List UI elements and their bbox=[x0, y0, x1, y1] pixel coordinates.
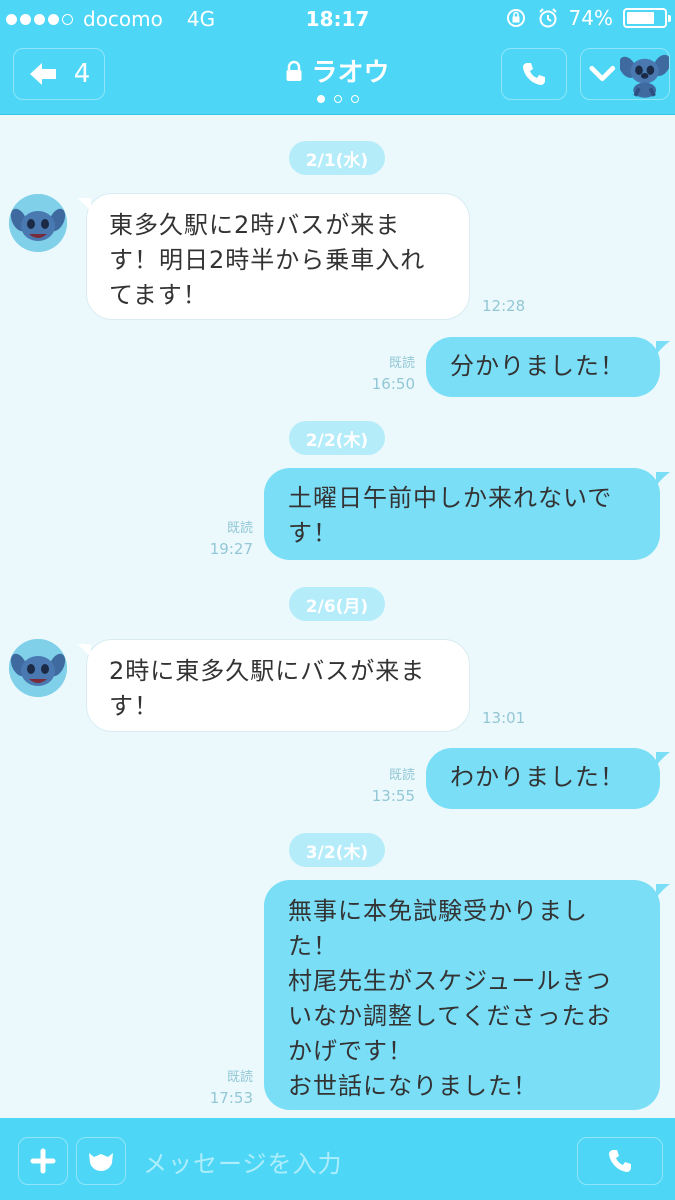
incoming-message-bubble[interactable]: 2時に東多久駅にバスが来ま す！ bbox=[77, 639, 470, 732]
date-label: 2/6(月) bbox=[305, 596, 369, 617]
lock-icon bbox=[286, 60, 302, 81]
message-text-line: す！明日2時半から乗車入れ bbox=[109, 246, 426, 274]
message-text-line: かげです！ bbox=[288, 1037, 413, 1065]
message-input[interactable]: メッセージを入力 bbox=[143, 1144, 343, 1179]
message-text-line: てます！ bbox=[109, 281, 208, 309]
battery-fill bbox=[627, 12, 654, 24]
read-receipt: 既読 bbox=[388, 356, 415, 371]
chat-area[interactable]: 2/1(水) 東多久駅に2時バスが来ま す！明日2時半から乗車入れ てます！ 1… bbox=[0, 116, 675, 1118]
message-time: 17:53 bbox=[209, 1089, 253, 1107]
date-label: 2/1(水) bbox=[305, 150, 369, 171]
rotation-lock-icon bbox=[506, 9, 525, 27]
contact-name: ラオウ bbox=[311, 58, 390, 88]
add-button[interactable] bbox=[18, 1137, 68, 1185]
stitch-character-image bbox=[619, 54, 669, 98]
date-separator: 2/1(水) bbox=[289, 141, 385, 175]
chat-title[interactable]: ラオウ bbox=[0, 52, 675, 89]
message-meta: 13:01 bbox=[482, 708, 542, 728]
page-dot bbox=[333, 95, 342, 103]
read-receipt: 既読 bbox=[388, 768, 415, 783]
message-text-line: す！ bbox=[109, 692, 159, 720]
bubble-tail bbox=[77, 198, 91, 212]
date-label: 2/2(木) bbox=[305, 430, 369, 451]
message-text-line: お世話になりました！ bbox=[288, 1072, 538, 1100]
bubble-tail bbox=[77, 644, 91, 658]
message-text-line: 分かりました！ bbox=[450, 352, 625, 380]
read-receipt: 既読 bbox=[226, 521, 253, 536]
sticker-button[interactable] bbox=[76, 1137, 126, 1185]
date-separator: 2/6(月) bbox=[289, 587, 385, 621]
plus-icon bbox=[30, 1148, 56, 1174]
call-button[interactable] bbox=[501, 48, 567, 100]
read-receipt: 既読 bbox=[226, 1070, 253, 1085]
outgoing-message-bubble[interactable]: わかりました！ bbox=[426, 748, 670, 809]
page-dot bbox=[350, 95, 359, 103]
date-label: 3/2(木) bbox=[305, 842, 369, 863]
message-text-line: 土曜日午前中しか来れないで bbox=[288, 484, 613, 512]
outgoing-message-bubble[interactable]: 土曜日午前中しか来れないで す！ bbox=[264, 468, 670, 560]
date-separator: 3/2(木) bbox=[289, 833, 385, 867]
message-text-line: 2時に東多久駅にバスが来ま bbox=[109, 657, 426, 685]
avatar[interactable] bbox=[9, 639, 67, 697]
bubble-tail bbox=[656, 472, 670, 486]
chat-header: 4 ラオウ bbox=[0, 38, 675, 115]
status-right: 74% bbox=[505, 6, 671, 30]
phone-icon bbox=[609, 1150, 631, 1172]
date-separator: 2/2(木) bbox=[289, 421, 385, 455]
chevron-down-icon bbox=[589, 65, 616, 82]
page-dot bbox=[316, 95, 325, 103]
page-indicator bbox=[0, 95, 675, 103]
message-text-line: 無事に本免試験受かりまし bbox=[288, 897, 588, 925]
battery-percent: 74% bbox=[568, 6, 613, 30]
message-time: 19:27 bbox=[209, 540, 253, 558]
message-meta: 既読 17:53 bbox=[193, 1068, 253, 1108]
voice-call-button[interactable] bbox=[577, 1137, 663, 1185]
message-input-bar: メッセージを入力 bbox=[0, 1118, 675, 1200]
message-text-line: た！ bbox=[288, 932, 338, 960]
message-text-line: 東多久駅に2時バスが来ま bbox=[109, 211, 401, 239]
sticker-icon bbox=[89, 1153, 113, 1171]
message-text-line: 村尾先生がスケジュールきつ bbox=[288, 967, 612, 995]
bubble-tail bbox=[656, 884, 670, 898]
message-meta: 既読 16:50 bbox=[355, 354, 415, 394]
message-meta: 既読 13:55 bbox=[355, 766, 415, 806]
message-time: 12:28 bbox=[482, 297, 526, 315]
message-time: 16:50 bbox=[371, 375, 415, 393]
message-text-line: わかりました！ bbox=[450, 763, 625, 791]
outgoing-message-bubble[interactable]: 無事に本免試験受かりまし た！ 村尾先生がスケジュールきつ いなか調整してくださ… bbox=[264, 880, 670, 1110]
outgoing-message-bubble[interactable]: 分かりました！ bbox=[426, 337, 670, 397]
message-meta: 12:28 bbox=[482, 296, 542, 316]
menu-button[interactable] bbox=[580, 48, 670, 100]
message-text-line: いなか調整してくださったお bbox=[288, 1002, 612, 1030]
phone-icon bbox=[523, 63, 545, 85]
incoming-message-bubble[interactable]: 東多久駅に2時バスが来ま す！明日2時半から乗車入れ てます！ bbox=[77, 193, 470, 320]
message-text-line: す！ bbox=[288, 519, 338, 547]
bubble-tail bbox=[656, 752, 670, 766]
battery-icon bbox=[623, 8, 671, 28]
status-bar: docomo 4G 18:17 74% bbox=[0, 0, 675, 38]
avatar-image bbox=[9, 639, 67, 697]
avatar[interactable] bbox=[9, 194, 67, 252]
avatar-image bbox=[9, 194, 67, 252]
message-time: 13:01 bbox=[482, 709, 526, 727]
message-meta: 既読 19:27 bbox=[193, 519, 253, 559]
message-time: 13:55 bbox=[371, 787, 415, 805]
bubble-tail bbox=[656, 341, 670, 355]
alarm-icon bbox=[538, 8, 557, 28]
